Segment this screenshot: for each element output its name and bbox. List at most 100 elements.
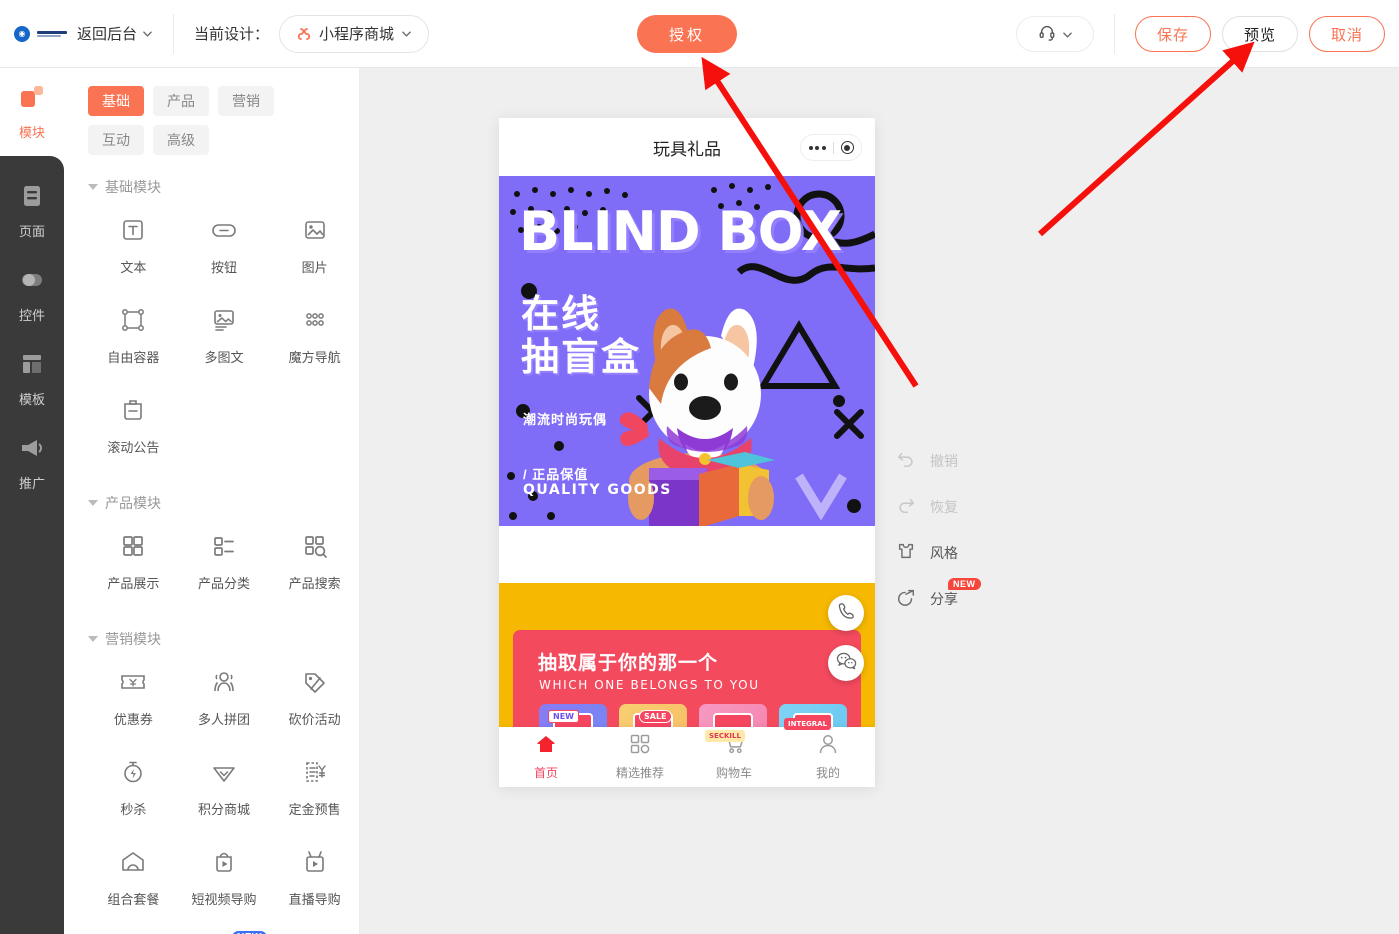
logo-wordmark <box>37 30 67 37</box>
chevron-down-icon <box>88 636 98 642</box>
save-button[interactable]: 保存 <box>1135 16 1211 52</box>
tab-interactive[interactable]: 互动 <box>88 125 144 155</box>
module-cube-nav[interactable]: 魔方导航 <box>269 291 359 381</box>
module-product-category[interactable]: 产品分类 <box>179 517 270 607</box>
chevron-down-icon <box>88 184 98 190</box>
bargain-icon <box>301 669 329 700</box>
banner-quality-en: QUALITY GOODS <box>523 482 672 498</box>
share-icon <box>896 587 916 612</box>
tabbar-item-home[interactable]: 首页 <box>499 733 593 781</box>
undo-button[interactable]: 撤销 <box>896 438 1016 484</box>
module-group-buy[interactable]: 多人拼团 <box>179 653 270 743</box>
lottery-subtitle: WHICH ONE BELONGS TO YOU <box>539 678 760 692</box>
tool-label: 恢复 <box>930 499 958 515</box>
page-title: 玩具礼品 <box>653 139 721 159</box>
combo-icon <box>119 849 147 880</box>
tabbar-item-featured[interactable]: 精选推荐 <box>593 733 687 781</box>
module-product-search[interactable]: 产品搜索 <box>269 517 359 607</box>
module-label: 优惠券 <box>113 711 153 727</box>
module-label: 直播导购 <box>288 891 341 907</box>
module-announcement[interactable]: 滚动公告 <box>88 381 179 471</box>
chevron-down-icon <box>88 500 98 506</box>
home-icon <box>535 733 557 760</box>
back-to-admin-button[interactable]: 返回后台 <box>77 23 153 44</box>
module-partial-1[interactable] <box>88 923 179 934</box>
banner-cn-text: 在线 抽盲盒 <box>521 294 641 379</box>
module-category-tabs: 基础 产品 营销 互动 高级 <box>64 68 336 155</box>
banner-subtitle: 潮流时尚玩偶 <box>523 412 608 427</box>
sidebar-item-modules[interactable]: 模块 <box>0 68 64 156</box>
app-root: ◉ 返回后台 当前设计： 小程序商城 授权 保存 预览 取消 模块 页面 控件 … <box>0 0 1399 934</box>
phone-header: 玩具礼品 <box>499 118 875 176</box>
tab-product[interactable]: 产品 <box>153 86 209 116</box>
button-icon <box>210 217 238 248</box>
module-label: 自由容器 <box>107 349 160 365</box>
seckill-icon <box>120 759 146 790</box>
module-grid-product: 产品展示 产品分类 产品搜索 <box>88 517 359 607</box>
sidebar-label-widget: 控件 <box>18 308 45 323</box>
hero-banner[interactable]: BLIND BOX 在线 抽盲盒 潮流时尚玩偶 / 正品保值 QUALITY G… <box>499 176 875 526</box>
short-video-icon <box>211 849 237 880</box>
module-seckill[interactable]: 秒杀 <box>88 743 179 833</box>
module-label: 组合套餐 <box>107 891 160 907</box>
product-search-icon <box>302 533 328 564</box>
module-label: 产品分类 <box>197 575 250 591</box>
module-combo[interactable]: 组合套餐 <box>88 833 179 923</box>
tabbar-label: 首页 <box>533 766 558 780</box>
design-selector[interactable]: 小程序商城 <box>279 14 430 53</box>
sidebar-item-widget[interactable]: 控件 <box>0 254 64 338</box>
tab-marketing[interactable]: 营销 <box>218 86 274 116</box>
support-button[interactable] <box>1016 16 1094 52</box>
tabbar-item-mine[interactable]: 我的 <box>781 733 875 781</box>
section-header-basic[interactable]: 基础模块 <box>64 155 359 201</box>
authorize-button[interactable]: 授权 <box>637 15 737 53</box>
headset-icon <box>1038 23 1056 46</box>
chevron-down-icon <box>401 28 412 39</box>
topbar-left: ◉ 返回后台 当前设计： 小程序商城 <box>0 0 430 67</box>
canvas-tools: 撤销 恢复 风格 NEW 分享 <box>896 438 1016 622</box>
sidebar-item-promote[interactable]: 推广 <box>0 422 64 506</box>
preview-button[interactable]: 预览 <box>1222 16 1298 52</box>
float-wechat-button[interactable] <box>828 645 864 681</box>
module-label: 秒杀 <box>120 801 147 817</box>
miniprogram-capsule[interactable] <box>800 134 862 161</box>
free-container-icon <box>120 307 146 338</box>
module-image[interactable]: 图片 <box>269 201 359 291</box>
module-points-mall[interactable]: 积分商城 <box>179 743 270 833</box>
section-title-product: 产品模块 <box>105 495 161 511</box>
section-header-marketing[interactable]: 营销模块 <box>64 607 359 653</box>
module-partial-3[interactable] <box>269 923 359 934</box>
sidebar-label-promote: 推广 <box>18 476 45 491</box>
sidebar-item-template[interactable]: 模板 <box>0 338 64 422</box>
cancel-button[interactable]: 取消 <box>1309 16 1385 52</box>
sidebar-item-page[interactable]: 页面 <box>0 170 64 254</box>
current-design-label: 当前设计： <box>194 26 270 43</box>
module-button[interactable]: 按钮 <box>179 201 270 291</box>
logo-mark-icon: ◉ <box>14 25 30 42</box>
cube-nav-icon <box>302 307 328 338</box>
module-text[interactable]: 文本 <box>88 201 179 291</box>
module-presale[interactable]: 定金预售 <box>269 743 359 833</box>
module-label: 图片 <box>301 259 328 275</box>
module-label: 多图文 <box>204 349 244 365</box>
module-product-grid[interactable]: 产品展示 <box>88 517 179 607</box>
section-title-marketing: 营销模块 <box>105 631 161 647</box>
tab-basic[interactable]: 基础 <box>88 86 144 116</box>
tab-advanced[interactable]: 高级 <box>153 125 209 155</box>
module-live[interactable]: 直播导购 <box>269 833 359 923</box>
module-coupon[interactable]: 优惠券 <box>88 653 179 743</box>
chevron-down-icon <box>1062 29 1073 40</box>
share-button[interactable]: NEW 分享 <box>896 576 1016 622</box>
float-phone-button[interactable] <box>828 595 864 631</box>
module-partial-2[interactable]: NEW <box>179 923 270 934</box>
redo-button[interactable]: 恢复 <box>896 484 1016 530</box>
more-dots-icon <box>808 145 833 150</box>
module-multi-image-text[interactable]: 多图文 <box>179 291 270 381</box>
new-badge: NEW <box>948 578 981 590</box>
style-button[interactable]: 风格 <box>896 530 1016 576</box>
module-bargain[interactable]: 砍价活动 <box>269 653 359 743</box>
module-short-video[interactable]: 短视频导购 <box>179 833 270 923</box>
module-free-container[interactable]: 自由容器 <box>88 291 179 381</box>
section-header-product[interactable]: 产品模块 <box>64 471 359 517</box>
style-shirt-icon <box>896 541 916 566</box>
